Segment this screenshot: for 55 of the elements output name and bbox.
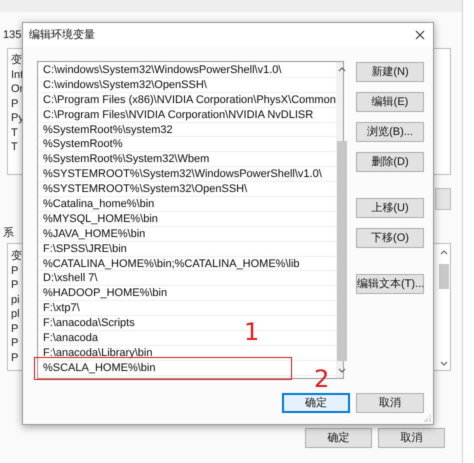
- path-entry[interactable]: F:\anacoda\Library\bin: [38, 346, 336, 361]
- path-entry[interactable]: %SYSTEMROOT%\System32\WindowsPowerShell\v1.0\: [38, 167, 336, 182]
- column-header: 变: [11, 53, 22, 68]
- section-label: 135: [3, 28, 22, 43]
- path-entry[interactable]: %SYSTEMROOT%\System32\OpenSSH\: [38, 182, 336, 198]
- dialog-button[interactable]: 取消: [378, 428, 445, 448]
- list-item[interactable]: pi: [11, 292, 20, 307]
- dialog-button[interactable]: 确定: [282, 393, 350, 413]
- list-item[interactable]: T: [11, 140, 18, 154]
- list-item[interactable]: P: [11, 336, 18, 350]
- scroll-down-icon[interactable]: [338, 368, 346, 373]
- list-item[interactable]: Int: [11, 68, 24, 82]
- path-entry[interactable]: %SystemRoot%\system32: [38, 122, 336, 138]
- list-item[interactable]: Or: [11, 82, 24, 96]
- path-entry[interactable]: D:\xshell 7\: [38, 271, 336, 286]
- list-item[interactable]: P: [11, 264, 18, 278]
- column-header: 变: [11, 249, 22, 264]
- dialog-title: 编辑环境变量: [29, 28, 95, 43]
- resize-grip-icon: [424, 415, 431, 422]
- side-button[interactable]: 删除(D): [356, 152, 424, 172]
- dialog-button[interactable]: 确定: [305, 428, 372, 448]
- path-entry[interactable]: F:\SPSS\JRE\bin: [38, 242, 336, 257]
- side-button[interactable]: 浏览(B)...: [356, 122, 424, 142]
- side-button[interactable]: 新建(N): [356, 62, 424, 82]
- dialog-button[interactable]: 取消: [356, 393, 424, 413]
- side-button[interactable]: 编辑文本(T)...: [356, 274, 424, 294]
- path-entry[interactable]: %JAVA_HOME%\bin: [38, 226, 336, 242]
- path-entry[interactable]: %SystemRoot%: [38, 137, 336, 152]
- path-entry[interactable]: C:\Program Files (x86)\NVIDIA Corporation\PhysX\Common: [38, 92, 336, 108]
- path-entry[interactable]: C:\Program Files\NVIDIA Corporation\NVIDIA NvDLISR: [38, 108, 336, 123]
- list-item[interactable]: P: [11, 322, 18, 336]
- path-entry[interactable]: %CATALINA_HOME%\bin;%CATALINA_HOME%\lib: [38, 256, 336, 272]
- path-entry[interactable]: F:\xtp7\: [38, 301, 336, 316]
- path-entry[interactable]: %SystemRoot%\System32\Wbem: [38, 152, 336, 168]
- side-button[interactable]: 下移(O): [356, 228, 424, 248]
- path-entry[interactable]: C:\windows\System32\WindowsPowerShell\v1.0\: [38, 63, 336, 78]
- side-button[interactable]: 编辑(E): [356, 92, 424, 112]
- scrollbar-thumb[interactable]: [336, 141, 347, 361]
- side-button[interactable]: 上移(U): [356, 198, 424, 218]
- list-item[interactable]: P: [11, 96, 18, 111]
- scroll-up-icon[interactable]: [440, 250, 448, 255]
- list-item[interactable]: pl: [11, 307, 20, 322]
- button-edge: [435, 188, 451, 210]
- path-entry[interactable]: C:\windows\System32\OpenSSH\: [38, 78, 336, 93]
- path-entry[interactable]: %Catalina_home%\bin: [38, 197, 336, 212]
- list-item[interactable]: P: [11, 278, 18, 292]
- path-entry[interactable]: %HADOOP_HOME%\bin: [38, 286, 336, 302]
- list-item[interactable]: T: [11, 126, 18, 140]
- list-item[interactable]: P: [11, 350, 18, 365]
- scroll-down-icon[interactable]: [440, 361, 448, 366]
- scrollbar-thumb[interactable]: [439, 264, 449, 289]
- section-label: 系: [3, 226, 14, 241]
- close-icon[interactable]: [415, 30, 425, 40]
- path-entry[interactable]: %MYSQL_HOME%\bin: [38, 212, 336, 227]
- scroll-up-icon[interactable]: [338, 67, 346, 72]
